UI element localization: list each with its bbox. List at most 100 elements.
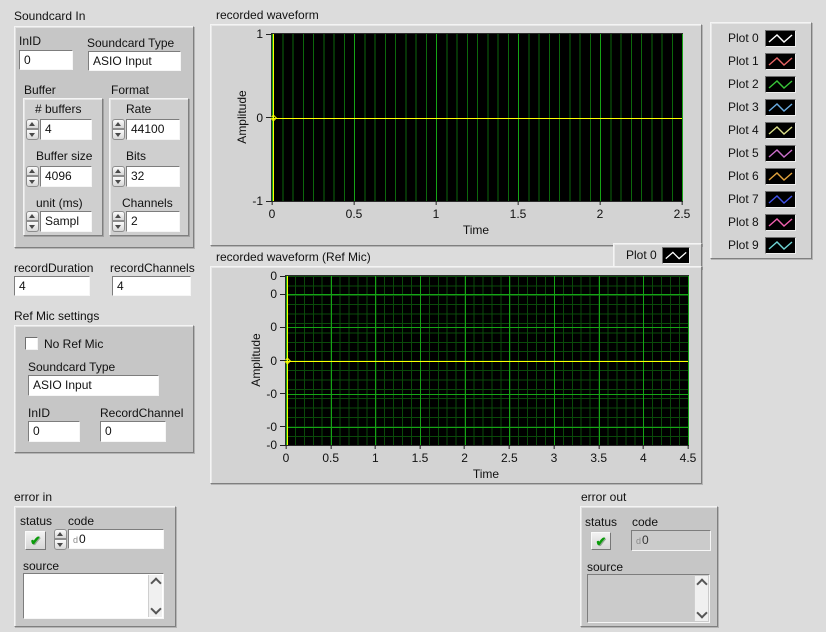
plot-style-swatch[interactable] [765, 214, 796, 231]
buffer-size-label: Buffer size [36, 149, 92, 163]
no-ref-mic-checkbox[interactable] [25, 337, 38, 350]
scroll-up-icon[interactable] [150, 577, 161, 588]
decrement-icon[interactable] [112, 221, 125, 232]
record-channel-input[interactable]: 0 [100, 421, 166, 442]
increment-icon[interactable] [112, 211, 125, 221]
legend-label: Plot 4 [728, 123, 765, 137]
legend-label: Plot 2 [728, 77, 765, 91]
plot-line-y0 [286, 361, 688, 362]
increment-icon[interactable] [26, 119, 39, 129]
legend-item[interactable]: Plot 3 [711, 98, 811, 116]
decrement-icon[interactable] [112, 176, 125, 187]
decrement-icon[interactable] [26, 176, 39, 187]
plot-style-swatch[interactable] [765, 122, 796, 139]
legend-label: Plot 3 [728, 100, 765, 114]
soundcard-type-input[interactable]: ASIO Input [88, 51, 181, 71]
rate-label: Rate [126, 102, 151, 116]
error-in-code-value: 0 [79, 532, 86, 546]
record-channels-label: recordChannels [110, 261, 195, 275]
inid-input[interactable]: 0 [19, 50, 73, 70]
plot-style-swatch[interactable] [765, 53, 796, 70]
legend-item[interactable]: Plot 6 [711, 167, 811, 185]
scroll-up-icon[interactable] [696, 578, 707, 589]
unit-input[interactable]: Sampl [40, 211, 92, 232]
x-tick-label: 4.5 [680, 451, 697, 465]
plot-style-swatch[interactable] [765, 191, 796, 208]
scroll-down-icon[interactable] [696, 607, 707, 618]
error-in-status-button[interactable]: ✔ [25, 531, 46, 550]
plot-style-swatch[interactable] [765, 30, 796, 47]
decrement-icon[interactable] [26, 129, 39, 140]
graph1-x-axis-label: Time [463, 223, 489, 237]
record-duration-input[interactable]: 4 [14, 276, 90, 296]
increment-icon[interactable] [26, 211, 39, 221]
error-out-title: error out [581, 490, 626, 504]
legend-item[interactable]: Plot 9 [711, 236, 811, 254]
error-in-title: error in [14, 490, 52, 504]
x-tick-label: 0 [283, 451, 290, 465]
plot-style-swatch[interactable] [765, 168, 796, 185]
legend-item[interactable]: Plot 2 [711, 75, 811, 93]
increment-icon[interactable] [112, 166, 125, 176]
vertical-scrollbar[interactable] [694, 576, 708, 621]
unit-spinner[interactable] [26, 211, 39, 232]
unit-label: unit (ms) [36, 196, 83, 210]
decrement-icon[interactable] [26, 221, 39, 232]
error-in-status-label: status [20, 514, 52, 528]
rate-input[interactable]: 44100 [126, 119, 180, 140]
y-tick-label: 1 [256, 27, 263, 41]
waveform-graph: 1 0 -1 0 0.5 1 1.5 2 2.5 Amplitude Time [210, 24, 702, 246]
x-tick-label: 4 [640, 451, 647, 465]
error-in-source-textarea[interactable] [23, 573, 164, 619]
graph2-title: recorded waveform (Ref Mic) [216, 250, 371, 264]
radix-indicator: d [73, 535, 78, 545]
graph2-y-axis-label: Amplitude [249, 333, 263, 386]
legend-item[interactable]: Plot 0 [711, 29, 811, 47]
plot-style-swatch[interactable] [765, 237, 796, 254]
ref-soundcard-type-input[interactable]: ASIO Input [28, 375, 159, 396]
legend-item[interactable]: Plot 4 [711, 121, 811, 139]
legend-item[interactable]: Plot 1 [711, 52, 811, 70]
legend-label: Plot 0 [626, 248, 662, 262]
legend-item[interactable]: Plot 0 [614, 246, 701, 264]
bits-spinner[interactable] [112, 166, 125, 187]
error-in-code-label: code [68, 514, 94, 528]
error-in-code-spinner[interactable] [54, 529, 67, 550]
channels-input[interactable]: 2 [126, 211, 180, 232]
num-buffers-spinner[interactable] [26, 119, 39, 140]
buffer-size-input[interactable]: 4096 [40, 166, 92, 187]
increment-icon[interactable] [26, 166, 39, 176]
gridline [286, 394, 688, 395]
bits-input[interactable]: 32 [126, 166, 180, 187]
gridline [682, 34, 683, 201]
x-tick-label: 2 [597, 207, 604, 221]
bits-label: Bits [126, 149, 146, 163]
increment-icon[interactable] [54, 529, 67, 539]
check-icon: ✔ [596, 535, 607, 548]
plot-style-swatch[interactable] [662, 247, 690, 264]
legend-item[interactable]: Plot 8 [711, 213, 811, 231]
legend-label: Plot 9 [728, 238, 765, 252]
rate-spinner[interactable] [112, 119, 125, 140]
y-tick-label: 0 [270, 320, 277, 334]
decrement-icon[interactable] [54, 539, 67, 550]
x-tick-label: 0 [269, 207, 276, 221]
ref-inid-input[interactable]: 0 [28, 421, 80, 442]
error-in-code-input[interactable]: d0 [68, 529, 164, 549]
plot-style-swatch[interactable] [765, 145, 796, 162]
no-ref-mic-label: No Ref Mic [44, 337, 103, 351]
x-tick-label: 0.5 [322, 451, 339, 465]
plot-style-swatch[interactable] [765, 76, 796, 93]
scroll-down-icon[interactable] [150, 603, 161, 614]
vertical-scrollbar[interactable] [148, 575, 162, 617]
record-channels-input[interactable]: 4 [112, 276, 191, 296]
plot-style-swatch[interactable] [765, 99, 796, 116]
inid-label: InID [19, 34, 41, 48]
decrement-icon[interactable] [112, 129, 125, 140]
channels-spinner[interactable] [112, 211, 125, 232]
buffer-size-spinner[interactable] [26, 166, 39, 187]
increment-icon[interactable] [112, 119, 125, 129]
legend-item[interactable]: Plot 5 [711, 144, 811, 162]
num-buffers-input[interactable]: 4 [40, 119, 92, 140]
legend-item[interactable]: Plot 7 [711, 190, 811, 208]
